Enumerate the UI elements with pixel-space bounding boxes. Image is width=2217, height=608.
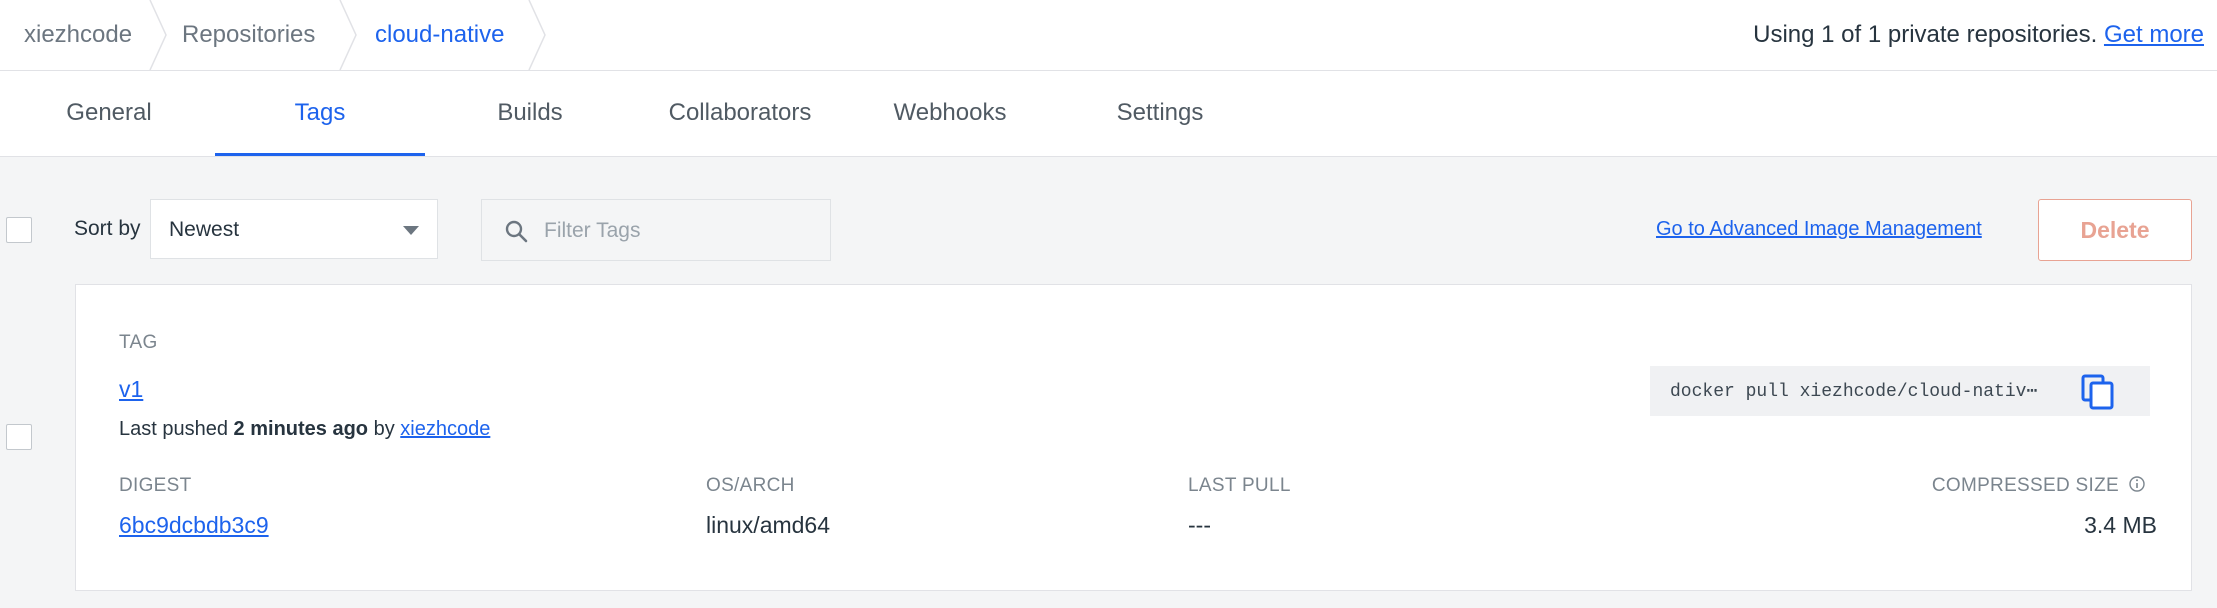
filter-tags-field[interactable] [481,199,831,261]
get-more-link[interactable]: Get more [2104,21,2204,48]
last-pull-value: --- [1188,512,1211,538]
chevron-separator-icon [149,0,167,70]
search-icon [505,220,528,243]
breadcrumb-item-namespace[interactable]: xiezhcode [24,0,132,70]
info-icon[interactable] [2128,475,2146,493]
chevron-separator-icon [339,0,357,70]
quota-text: Using 1 of 1 private repositories. [1753,21,2098,48]
last-pull-column-header: LAST PULL [1188,475,1291,496]
tab-collaborators[interactable]: Collaborators [635,71,845,156]
chevron-down-icon [403,226,419,235]
compressed-size-value: 3.4 MB [2084,512,2157,538]
tab-general[interactable]: General [4,71,214,156]
tab-webhooks[interactable]: Webhooks [845,71,1055,156]
breadcrumb-item-current-repo[interactable]: cloud-native [375,0,504,70]
os-arch-column-header: OS/ARCH [706,475,795,496]
advanced-image-management-link[interactable]: Go to Advanced Image Management [1656,218,1982,241]
pull-command-text: docker pull xiezhcode/cloud-nativ⋯ [1670,382,2038,402]
sort-select[interactable]: Newest [150,199,438,259]
docker-pull-command: docker pull xiezhcode/cloud-nativ⋯ [1650,366,2150,416]
pushed-prefix: Last pushed [119,418,228,440]
tab-builds[interactable]: Builds [425,71,635,156]
sort-label: Sort by [74,217,141,240]
pushed-by: by [373,418,395,440]
delete-button[interactable]: Delete [2038,199,2192,261]
tag-name-link[interactable]: v1 [119,376,143,403]
breadcrumb-item-repositories[interactable]: Repositories [182,0,315,70]
digest-column-header: DIGEST [119,475,192,496]
top-bar: xiezhcode Repositories cloud-native Usin… [0,0,2217,71]
chevron-separator-icon [528,0,546,70]
sort-value: Newest [169,218,240,241]
filter-tags-input[interactable] [542,214,816,248]
pushed-time: 2 minutes ago [233,418,369,440]
tag-header: TAG [119,332,158,353]
repo-tabs: General Tags Builds Collaborators Webhoo… [0,71,2217,157]
os-arch-value: linux/amd64 [706,512,831,538]
tag-row-checkbox[interactable] [6,424,32,450]
copy-icon[interactable] [2080,374,2116,410]
tab-settings[interactable]: Settings [1055,71,1265,156]
select-all-checkbox[interactable] [6,217,32,243]
pushed-user-link[interactable]: xiezhcode [400,418,490,440]
tag-card: TAG v1 Last pushed 2 minutes ago by xiez… [75,284,2192,591]
tab-tags[interactable]: Tags [215,71,425,156]
digest-link[interactable]: 6bc9dcbdb3c9 [119,512,269,539]
last-pushed-info: Last pushed 2 minutes ago by xiezhcode [119,418,490,441]
private-repo-quota: Using 1 of 1 private repositories. Get m… [1753,0,2204,70]
compressed-size-column-header: COMPRESSED SIZE [1931,475,2119,496]
